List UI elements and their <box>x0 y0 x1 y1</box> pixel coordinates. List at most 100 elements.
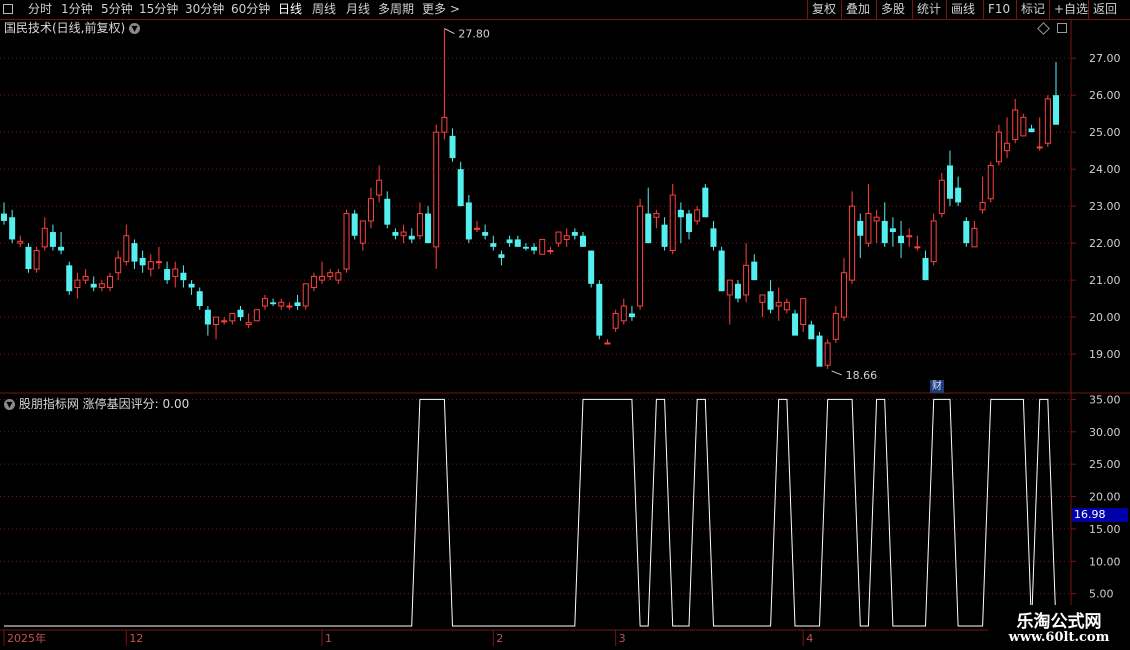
candle-body-down <box>718 250 725 292</box>
candle-body-down <box>522 246 529 249</box>
price-tick-label: 24.00 <box>1089 163 1121 176</box>
indicator-tick-label: 35.00 <box>1089 393 1121 406</box>
candle-body-up <box>310 275 317 289</box>
candle-body-up <box>33 250 40 270</box>
candle-body-down <box>898 235 905 244</box>
candle-body-up <box>343 213 350 270</box>
candle-body-down <box>963 220 970 244</box>
candle-body-up <box>914 246 921 249</box>
date-label: 4 <box>806 632 813 645</box>
candle-body-up <box>824 342 831 366</box>
candle-body-down <box>482 232 489 236</box>
candle-body-up <box>938 179 945 215</box>
candle-body-up <box>840 272 847 318</box>
candle-body-down <box>465 202 472 240</box>
candle-body-up <box>555 231 562 244</box>
candle-body-up <box>473 227 480 230</box>
candle-body-down <box>490 243 497 247</box>
candle-body-down <box>767 291 774 310</box>
price-tick-label: 21.00 <box>1089 274 1121 287</box>
indicator-tick-label: 10.00 <box>1089 555 1121 568</box>
candle-body-down <box>294 302 301 307</box>
candle-body-up <box>694 209 701 222</box>
candle-body-down <box>131 243 138 262</box>
candle-body-up <box>147 261 154 270</box>
candle-body-down <box>1028 128 1035 133</box>
low-marker-arrow <box>831 370 842 376</box>
candle-body-down <box>457 169 464 207</box>
price-tick-label: 25.00 <box>1089 126 1121 139</box>
watermark-title: 乐淘公式网 <box>1016 612 1102 632</box>
candle-body-down <box>857 220 864 236</box>
candle-body-up <box>669 194 676 252</box>
candle-body-up <box>261 298 268 307</box>
candle-body-up <box>319 275 326 281</box>
indicator-pane-title: ▼ 股朋指标网 涨停基因评分: 0.00 <box>4 396 189 412</box>
candle-body-down <box>889 228 896 233</box>
site-watermark: 乐淘公式网 www.60lt.com <box>988 605 1130 650</box>
candle-body-down <box>686 213 693 233</box>
candle-body-down <box>514 239 521 247</box>
candle-body-down <box>792 313 799 336</box>
candle-body-down <box>734 283 741 299</box>
candle-body-up <box>637 205 644 307</box>
candle-body-down <box>1 213 7 221</box>
indicator-tick-label: 15.00 <box>1089 523 1121 536</box>
candle-body-up <box>41 227 48 248</box>
candle-body-down <box>571 232 578 236</box>
price-tick-label: 26.00 <box>1089 89 1121 102</box>
indicator-tick-label: 5.00 <box>1089 588 1114 601</box>
candle-body-up <box>563 235 570 240</box>
indicator-tick-label: 20.00 <box>1089 491 1121 504</box>
low-price-label: 18.66 <box>846 369 878 382</box>
candle-body-up <box>1020 116 1027 137</box>
candle-body-down <box>392 232 399 236</box>
candle-body-up <box>367 198 374 222</box>
candle-body-up <box>229 312 236 322</box>
candle-body-up <box>800 298 807 326</box>
candle-body-down <box>408 235 415 240</box>
candle-body-up <box>743 264 750 296</box>
candle-body-up <box>1044 98 1051 144</box>
candle-body-up <box>612 312 619 329</box>
chevron-down-icon[interactable]: ▼ <box>4 399 15 410</box>
candle-body-up <box>987 164 994 200</box>
candle-body-up <box>107 275 114 289</box>
candle-body-up <box>278 301 285 307</box>
price-tick-label: 27.00 <box>1089 52 1121 65</box>
candle-body-up <box>726 279 733 296</box>
candle-body-down <box>139 257 146 266</box>
candle-body-up <box>832 312 839 340</box>
candle-body-down <box>449 135 456 159</box>
candle-body-down <box>808 324 815 340</box>
candle-body-up <box>17 240 24 244</box>
candle-body-down <box>351 213 358 236</box>
candle-body-up <box>74 279 81 289</box>
candle-body-up <box>82 275 89 281</box>
candle-body-up <box>539 238 546 255</box>
candle-body-up <box>849 205 856 281</box>
candle-body-up <box>620 305 627 322</box>
candle-body-down <box>237 309 244 318</box>
candle-body-up <box>302 283 309 307</box>
candle-body-up <box>1036 146 1043 149</box>
candle-body-up <box>604 342 611 345</box>
candle-body-up <box>930 220 937 263</box>
candle-body-up <box>253 309 260 322</box>
candle-body-up <box>115 257 122 274</box>
candle-body-down <box>955 187 962 203</box>
candle-body-down <box>25 246 32 270</box>
finance-badge[interactable]: 财 <box>930 380 944 393</box>
kline-chart[interactable]: 27.0026.0025.0024.0023.0022.0021.0020.00… <box>0 0 1130 650</box>
date-label: 2 <box>496 632 503 645</box>
candle-body-down <box>9 217 16 240</box>
date-label: 3 <box>619 632 626 645</box>
candle-body-down <box>881 220 888 244</box>
candle-body-up <box>873 216 880 222</box>
candle-body-up <box>400 231 407 237</box>
candle-body-up <box>979 201 986 211</box>
candle-body-down <box>702 187 709 218</box>
date-label: 12 <box>129 632 143 645</box>
date-label: 2025年 <box>7 631 46 645</box>
candle-body-up <box>123 235 130 263</box>
